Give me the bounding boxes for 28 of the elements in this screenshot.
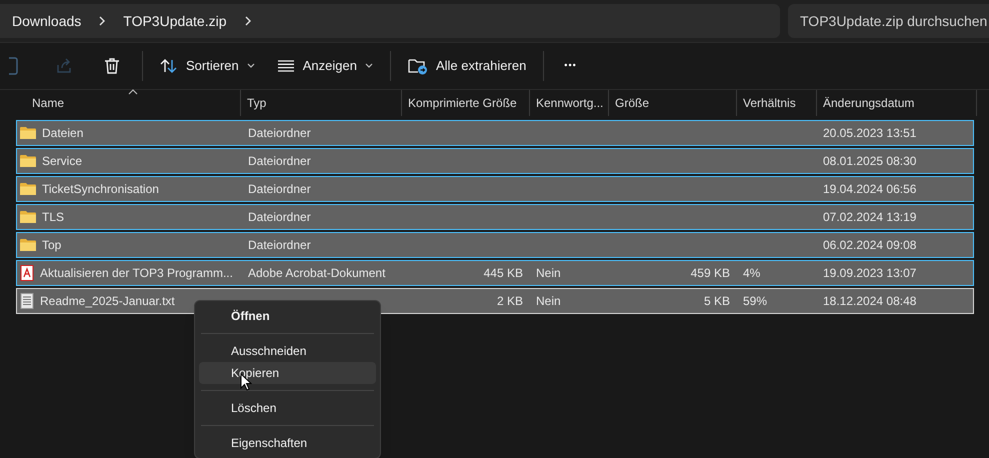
- file-type: Dateiordner: [248, 237, 311, 254]
- modified-date: 18.12.2024 08:48: [823, 293, 916, 310]
- file-name: TicketSynchronisation: [42, 181, 159, 198]
- file-name: Top: [42, 237, 62, 254]
- file-type: Dateiordner: [248, 181, 311, 198]
- password-status: Nein: [536, 293, 561, 310]
- compression-ratio: 59%: [743, 293, 768, 310]
- modified-date: 08.01.2025 08:30: [823, 153, 916, 170]
- file-name: Readme_2025-Januar.txt: [40, 293, 175, 310]
- password-status: Nein: [536, 265, 561, 282]
- modified-date: 19.09.2023 13:07: [823, 265, 916, 282]
- file-type: Dateiordner: [248, 153, 311, 170]
- compressed-size: 2 KB: [496, 293, 523, 310]
- file-name: Dateien: [42, 125, 84, 142]
- file-type: Dateiordner: [248, 125, 311, 142]
- file-type: Adobe Acrobat-Dokument: [248, 265, 386, 282]
- modified-date: 07.02.2024 13:19: [823, 209, 916, 226]
- modified-date: 06.02.2024 09:08: [823, 237, 916, 254]
- file-name: TLS: [42, 209, 64, 226]
- file-type: Dateiordner: [248, 209, 311, 226]
- compressed-size: 445 KB: [484, 265, 523, 282]
- file-name: Service: [42, 153, 82, 170]
- file-name: Aktualisieren der TOP3 Programm...: [40, 265, 233, 282]
- compression-ratio: 4%: [743, 265, 760, 282]
- file-size: 5 KB: [704, 293, 730, 310]
- modified-date: 19.04.2024 06:56: [823, 181, 916, 198]
- file-size: 459 KB: [690, 265, 730, 282]
- modified-date: 20.05.2023 13:51: [823, 125, 916, 142]
